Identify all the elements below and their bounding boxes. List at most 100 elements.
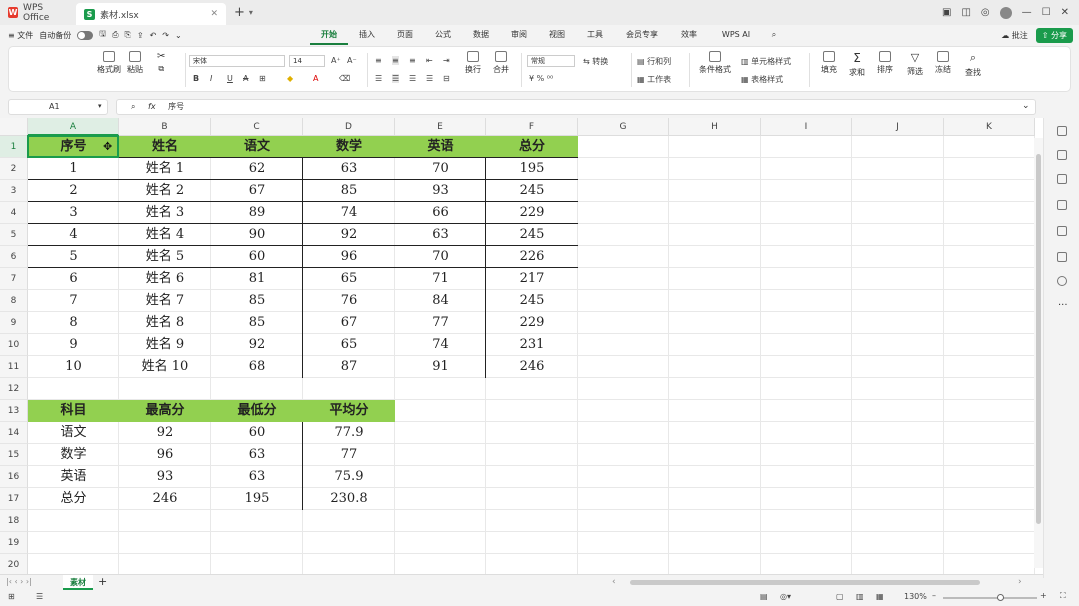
table1-data-cell[interactable]: 245	[486, 290, 578, 312]
worksheet-button[interactable]: ▦ 工作表	[637, 74, 671, 85]
cell-style-button[interactable]: ▥ 单元格样式	[741, 56, 791, 67]
table1-data-cell[interactable]: 4	[28, 224, 119, 246]
vertical-scroll-thumb[interactable]	[1036, 154, 1041, 524]
hscroll-left-icon[interactable]: ‹	[612, 577, 616, 587]
row-header-20[interactable]: 20	[0, 554, 28, 574]
table1-data-cell[interactable]: 60	[211, 246, 303, 268]
new-tab-button[interactable]: +	[234, 5, 245, 20]
row-header-19[interactable]: 19	[0, 532, 28, 554]
merge-button[interactable]: 合并	[493, 51, 509, 75]
table1-data-cell[interactable]: 2	[28, 180, 119, 202]
indent-decrease-icon[interactable]: ⇤	[426, 56, 433, 65]
table1-data-cell[interactable]: 66	[395, 202, 486, 224]
table1-data-cell[interactable]: 6	[28, 268, 119, 290]
row-header-18[interactable]: 18	[0, 510, 28, 532]
table1-data-cell[interactable]: 65	[303, 268, 395, 290]
table1-data-cell[interactable]: 89	[211, 202, 303, 224]
spreadsheet-grid[interactable]: A B C D E F G H I J K 1 2 3 4 5 6 7 8 9 10 11 12 13 14 15 16 17 18 19…	[0, 118, 1043, 574]
tab-tools[interactable]: 工具	[576, 25, 614, 45]
table1-data-cell[interactable]: 62	[211, 158, 303, 180]
undo-icon[interactable]: ↶	[150, 31, 157, 40]
table2-data-cell[interactable]: 60	[211, 422, 303, 444]
properties-icon[interactable]	[1057, 174, 1067, 184]
tab-formula[interactable]: 公式	[424, 25, 462, 45]
minimize-icon[interactable]: —	[1022, 7, 1032, 18]
sheet-nav-icon[interactable]: |‹ ‹ › ›|	[6, 577, 32, 586]
currency-icon[interactable]: ¥ % ⁰⁰	[529, 74, 553, 83]
fullscreen-icon[interactable]: ⛶	[1060, 591, 1066, 601]
table2-header-cell[interactable]: 科目	[28, 400, 119, 422]
table1-data-cell[interactable]: 姓名 2	[119, 180, 211, 202]
hscroll-right-icon[interactable]: ›	[1018, 577, 1022, 587]
number-format-select[interactable]: 常规	[527, 55, 575, 67]
redo-icon[interactable]: ↷	[162, 31, 169, 40]
table1-data-cell[interactable]: 90	[211, 224, 303, 246]
align-right-icon[interactable]: ☰	[409, 74, 416, 83]
column-header-B[interactable]: B	[119, 118, 211, 136]
table1-data-cell[interactable]: 81	[211, 268, 303, 290]
tab-member[interactable]: 会员专享	[614, 25, 670, 45]
select-all-corner[interactable]	[0, 118, 28, 136]
table1-data-cell[interactable]: 姓名 5	[119, 246, 211, 268]
row-header-2[interactable]: 2	[0, 158, 28, 180]
fill-button[interactable]: 填充	[821, 51, 837, 75]
row-header-12[interactable]: 12	[0, 378, 28, 400]
print-icon[interactable]: ⎘	[124, 30, 130, 40]
name-box[interactable]: A1	[8, 99, 108, 115]
save-icon[interactable]: 🖫	[99, 28, 106, 42]
expand-formula-icon[interactable]: ⌄	[1022, 101, 1030, 111]
table1-data-cell[interactable]: 9	[28, 334, 119, 356]
table2-data-cell[interactable]: 语文	[28, 422, 119, 444]
table2-data-cell[interactable]: 96	[119, 444, 211, 466]
table1-data-cell[interactable]: 姓名 8	[119, 312, 211, 334]
tab-list-chevron-icon[interactable]: ▾	[249, 8, 253, 17]
justify-icon[interactable]: ☰	[426, 74, 433, 83]
table1-data-cell[interactable]: 1	[28, 158, 119, 180]
table2-data-cell[interactable]: 77.9	[303, 422, 395, 444]
table1-data-cell[interactable]: 姓名 4	[119, 224, 211, 246]
table2-data-cell[interactable]: 英语	[28, 466, 119, 488]
table1-data-cell[interactable]: 7	[28, 290, 119, 312]
normal-view-icon[interactable]: ▢	[836, 592, 844, 601]
table1-data-cell[interactable]: 姓名 10	[119, 356, 211, 378]
table1-data-cell[interactable]: 70	[395, 158, 486, 180]
wrap-button[interactable]: 换行	[465, 51, 481, 75]
macro-icon[interactable]: ⊞	[8, 592, 15, 601]
freeze-button[interactable]: 冻结	[935, 51, 951, 75]
zoom-level[interactable]: 130%	[904, 592, 927, 601]
table1-data-cell[interactable]: 姓名 6	[119, 268, 211, 290]
table1-header-cell[interactable]: 语文	[211, 136, 303, 158]
table1-data-cell[interactable]: 姓名 3	[119, 202, 211, 224]
clear-format-icon[interactable]: ⌫	[339, 74, 350, 83]
rows-cols-button[interactable]: ▤ 行和列	[637, 56, 671, 67]
align-center-icon[interactable]: ☰	[392, 74, 400, 83]
table2-data-cell[interactable]: 63	[211, 466, 303, 488]
tab-efficiency[interactable]: 效率	[670, 25, 708, 45]
table1-data-cell[interactable]: 67	[211, 180, 303, 202]
file-menu[interactable]: ≡ 文件	[8, 30, 33, 41]
align-middle-icon[interactable]: ≡	[392, 56, 399, 65]
column-header-H[interactable]: H	[669, 118, 761, 136]
sum-button[interactable]: Σ 求和	[849, 51, 865, 78]
zoom-formula-icon[interactable]: ⌕	[131, 102, 135, 111]
table1-data-cell[interactable]: 67	[303, 312, 395, 334]
table1-data-cell[interactable]: 姓名 7	[119, 290, 211, 312]
tab-view[interactable]: 视图	[538, 25, 576, 45]
column-header-F[interactable]: F	[486, 118, 578, 136]
eye-protection-icon[interactable]: ◎▾	[780, 592, 791, 601]
table1-data-cell[interactable]: 91	[395, 356, 486, 378]
strikethrough-icon[interactable]: A	[243, 74, 248, 83]
column-header-G[interactable]: G	[578, 118, 669, 136]
table1-data-cell[interactable]: 5	[28, 246, 119, 268]
maximize-icon[interactable]: ☐	[1042, 7, 1051, 18]
table1-data-cell[interactable]: 3	[28, 202, 119, 224]
vertical-scrollbar[interactable]	[1034, 138, 1043, 568]
print-layout-icon[interactable]: ▤	[760, 592, 768, 601]
tab-home[interactable]: 开始	[310, 25, 348, 45]
font-size-select[interactable]: 14	[289, 55, 325, 67]
table1-data-cell[interactable]: 96	[303, 246, 395, 268]
share-panel-icon[interactable]	[1057, 252, 1067, 262]
add-sheet-button[interactable]: +	[98, 575, 107, 588]
table1-data-cell[interactable]: 217	[486, 268, 578, 290]
close-window-icon[interactable]: ✕	[1061, 7, 1069, 18]
